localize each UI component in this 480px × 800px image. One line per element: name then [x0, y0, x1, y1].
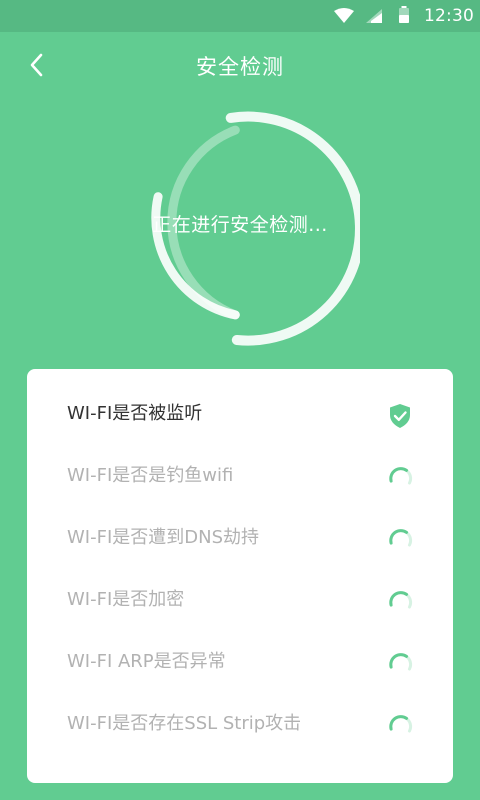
battery-icon	[399, 6, 409, 23]
shield-check-icon	[390, 404, 410, 428]
check-label: WI-FI是否存在SSL Strip攻击	[67, 713, 302, 734]
scan-progress-ring: 正在进行安全检测...	[120, 100, 360, 350]
signal-icon	[366, 9, 382, 23]
spinner-icon	[389, 467, 413, 485]
check-label: WI-FI是否遭到DNS劫持	[67, 527, 260, 548]
page-title: 安全检测	[196, 55, 284, 79]
check-label: WI-FI ARP是否异常	[67, 651, 226, 672]
wifi-icon	[334, 8, 354, 23]
check-label: WI-FI是否加密	[67, 589, 185, 610]
spinner-icon	[389, 591, 413, 609]
spinner-icon	[389, 529, 413, 547]
status-bar: 12:30	[0, 0, 480, 32]
scan-status-text: 正在进行安全检测...	[152, 214, 328, 236]
check-item-ssl-strip: WI-FI是否存在SSL Strip攻击	[27, 693, 453, 755]
check-label: WI-FI是否是钓鱼wifi	[67, 465, 234, 486]
check-item-arp: WI-FI ARP是否异常	[27, 631, 453, 693]
spinner-icon	[389, 715, 413, 733]
check-list-card: WI-FI是否被监听 WI-FI是否是钓鱼wifi WI-FI是否遭到DNS劫持…	[27, 369, 453, 783]
check-item-monitor: WI-FI是否被监听	[27, 383, 453, 445]
check-item-phishing: WI-FI是否是钓鱼wifi	[27, 445, 453, 507]
spinner-icon	[389, 653, 413, 671]
check-item-encryption: WI-FI是否加密	[27, 569, 453, 631]
header: 安全检测	[0, 32, 480, 102]
check-label: WI-FI是否被监听	[67, 403, 203, 424]
check-item-dns: WI-FI是否遭到DNS劫持	[27, 507, 453, 569]
status-time: 12:30	[424, 6, 474, 26]
